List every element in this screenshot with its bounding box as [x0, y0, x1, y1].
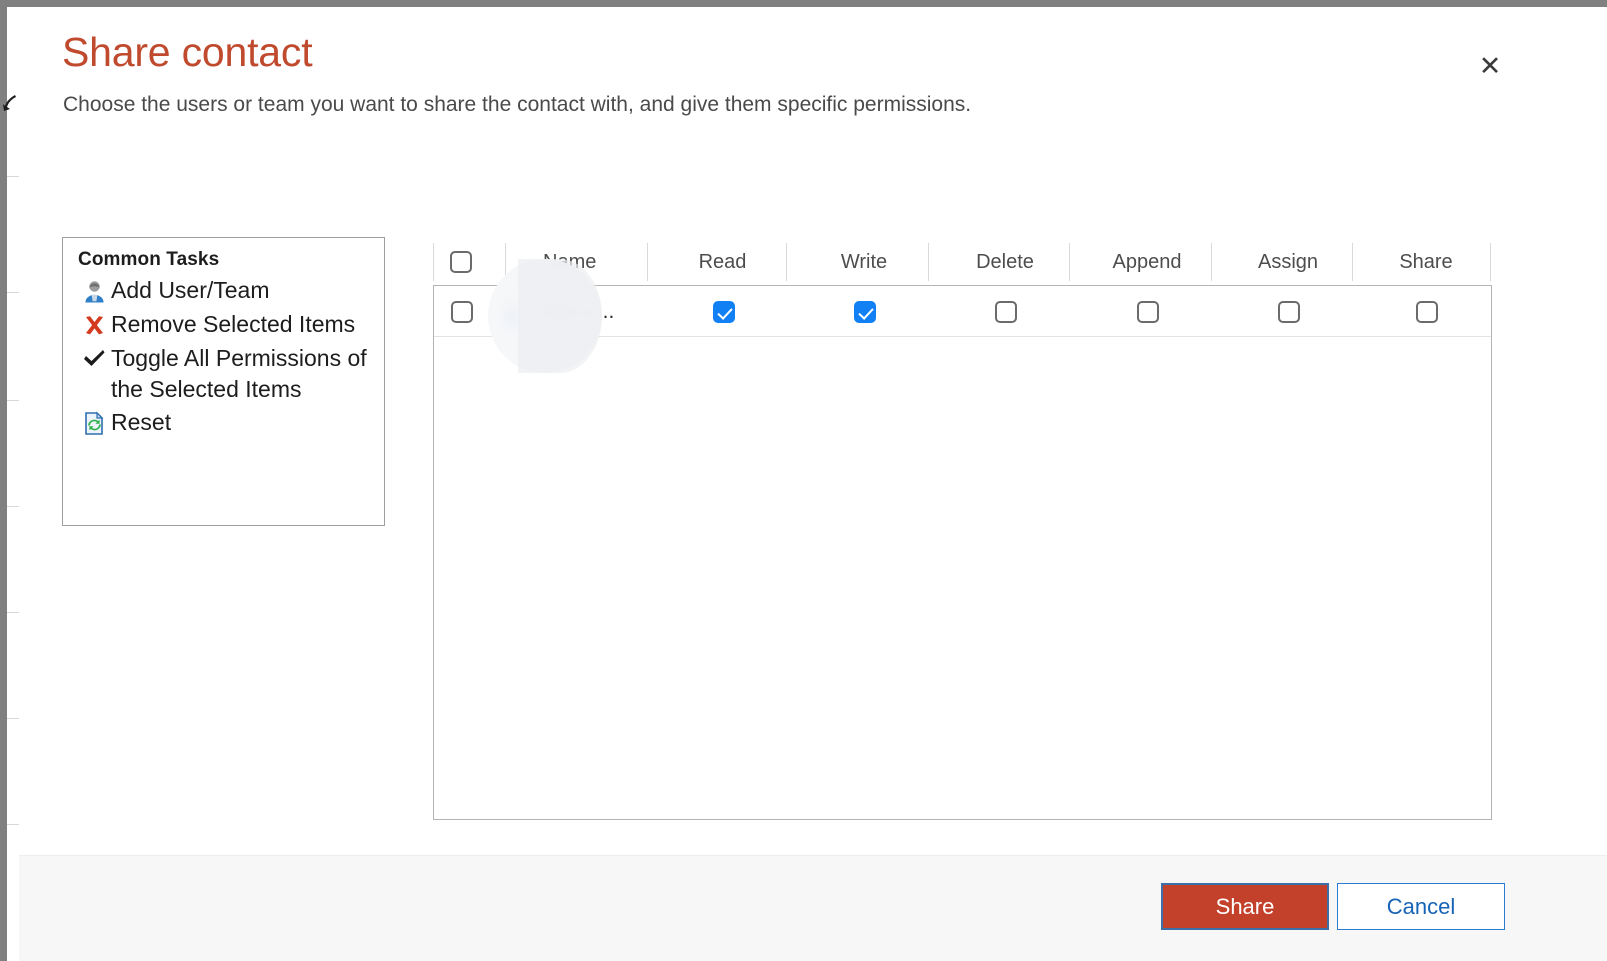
append-checkbox[interactable]	[1137, 300, 1159, 323]
red-x-icon	[77, 309, 111, 341]
header-divider	[1490, 243, 1491, 281]
avatar	[500, 299, 526, 325]
row-name-label: rvice a...	[535, 299, 615, 323]
task-remove-selected-items[interactable]: Remove Selected Items	[77, 309, 372, 341]
bg-line-fragment	[7, 506, 19, 507]
checkmark-icon	[77, 343, 111, 375]
cell-delete	[942, 286, 1070, 337]
column-header-delete[interactable]: Delete	[941, 239, 1069, 285]
cell-read	[660, 286, 787, 337]
write-checkbox[interactable]	[854, 300, 876, 323]
window-left-gap	[7, 7, 19, 961]
user-add-icon	[77, 275, 111, 307]
window-left-strip	[0, 7, 7, 961]
header-divider	[1069, 243, 1070, 281]
task-label: Add User/Team	[111, 277, 270, 303]
read-checkbox[interactable]	[712, 300, 735, 323]
header-divider	[1211, 243, 1212, 281]
bg-line-fragment	[7, 292, 19, 293]
common-tasks-panel: Common Tasks Add User/Team Remove Select…	[62, 237, 385, 526]
select-all-checkbox[interactable]	[450, 251, 472, 273]
column-header-assign[interactable]: Assign	[1224, 239, 1352, 285]
window-top-strip	[0, 0, 1607, 7]
header-divider	[1352, 243, 1353, 281]
bg-line-fragment	[7, 176, 19, 177]
cell-append	[1084, 286, 1212, 337]
header-divider	[433, 243, 434, 281]
task-add-user-team[interactable]: Add User/Team	[77, 275, 372, 307]
task-label: Toggle All Permissions of the Selected I…	[111, 345, 367, 402]
permissions-grid-body: rvice a...	[433, 285, 1492, 820]
row-select-checkbox[interactable]	[451, 300, 473, 323]
cell-assign	[1225, 286, 1353, 337]
share-contact-dialog: Share contact Choose the users or team y…	[19, 7, 1607, 961]
header-divider	[928, 243, 929, 281]
select-all-checkbox-cell	[433, 239, 489, 285]
share-checkbox[interactable]	[1416, 300, 1438, 323]
header-divider	[786, 243, 787, 281]
page-title: Share contact	[62, 29, 313, 75]
cell-share	[1363, 286, 1491, 337]
column-header-read[interactable]: Read	[659, 239, 786, 285]
bg-line-fragment	[7, 400, 19, 401]
bg-line-fragment	[7, 718, 19, 719]
close-icon[interactable]: ✕	[1467, 43, 1513, 89]
column-header-append[interactable]: Append	[1083, 239, 1211, 285]
assign-checkbox[interactable]	[1278, 300, 1300, 323]
permissions-grid-header: Name Read Write Delete Append Assign Sha…	[433, 239, 1492, 285]
row-name-cell: rvice a...	[492, 286, 648, 337]
table-row[interactable]: rvice a...	[434, 286, 1491, 337]
screen-root: Share contact Choose the users or team y…	[0, 0, 1607, 961]
column-header-share[interactable]: Share	[1362, 239, 1490, 285]
task-label: Reset	[111, 409, 172, 435]
task-toggle-all-permissions[interactable]: Toggle All Permissions of the Selected I…	[77, 343, 372, 405]
share-button[interactable]: Share	[1161, 883, 1329, 930]
header-divider	[647, 243, 648, 281]
common-tasks-heading: Common Tasks	[78, 249, 220, 270]
cell-write	[801, 286, 929, 337]
cancel-button[interactable]: Cancel	[1337, 883, 1505, 930]
row-select-checkbox-cell	[434, 286, 490, 337]
dialog-subtitle: Choose the users or team you want to sha…	[63, 93, 972, 116]
task-label: Remove Selected Items	[111, 311, 356, 337]
task-reset[interactable]: Reset	[77, 407, 372, 439]
reset-refresh-icon	[77, 407, 111, 439]
column-header-write[interactable]: Write	[800, 239, 928, 285]
column-header-name[interactable]: Name	[517, 239, 647, 285]
bg-line-fragment	[7, 824, 19, 825]
dialog-footer: Share Cancel	[19, 855, 1607, 961]
bg-line-fragment	[7, 612, 19, 613]
back-chevron-icon[interactable]	[2, 92, 20, 118]
delete-checkbox[interactable]	[995, 300, 1017, 323]
header-divider	[505, 243, 506, 281]
